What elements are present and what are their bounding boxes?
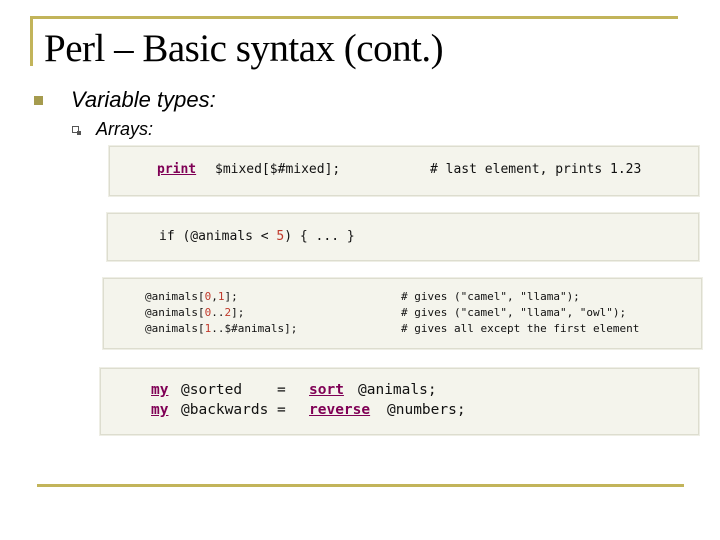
code-line: @animals[0..2];: [145, 306, 244, 319]
frame-bottom-rule: [37, 484, 684, 487]
code-expression: $mixed[$#mixed];: [215, 162, 341, 177]
code-comment: # gives ("camel", "llama", "owl");: [401, 306, 627, 319]
code-function: reverse: [309, 402, 371, 418]
slide-title: Perl – Basic syntax (cont.): [44, 27, 444, 70]
code-block-sort: my @sorted = sort @animals; my @backward…: [100, 368, 699, 435]
frame-left-rule: [30, 16, 33, 66]
code-line: @animals[0,1];: [145, 290, 238, 303]
code-text: ..$#animals];: [211, 322, 298, 335]
code-comment: # gives ("camel", "llama");: [401, 290, 580, 303]
code-argument: @animals;: [358, 382, 437, 398]
code-if-post: ) { ... }: [284, 229, 355, 244]
code-if-start: if (@animals < 5) { ... }: [159, 229, 355, 244]
hollow-square-bullet-icon: [72, 126, 81, 135]
code-keyword: my: [151, 402, 169, 418]
bullet-variable-types: Variable types:: [71, 87, 216, 112]
code-text: @animals[: [145, 322, 205, 335]
code-line: @animals[1..$#animals];: [145, 322, 297, 335]
code-comment: # last element, prints 1.23: [430, 162, 642, 177]
code-keyword: print: [157, 162, 197, 177]
code-variable: @sorted =: [181, 382, 286, 398]
code-text: ];: [224, 290, 238, 303]
code-keyword: my: [151, 382, 169, 398]
code-block-if: if (@animals < 5) { ... }: [107, 213, 699, 261]
code-text: @animals[: [145, 290, 205, 303]
code-block-print-last: print $mixed[$#mixed]; # last element, p…: [109, 146, 699, 196]
code-text: ];: [231, 306, 245, 319]
code-if-pre: if (@animals <: [159, 229, 277, 244]
code-variable: @backwards =: [181, 402, 286, 418]
code-function: sort: [309, 382, 344, 398]
frame-top-rule: [30, 16, 678, 19]
code-text: ..: [211, 306, 225, 319]
square-bullet-icon: [34, 96, 43, 105]
code-block-slices: @animals[0,1]; # gives ("camel", "llama"…: [103, 278, 702, 349]
code-argument: @numbers;: [387, 402, 466, 418]
code-comment: # gives all except the first element: [401, 322, 640, 335]
code-text: ,: [211, 290, 218, 303]
code-text: @animals[: [145, 306, 205, 319]
bullet-arrays: Arrays:: [96, 119, 154, 139]
